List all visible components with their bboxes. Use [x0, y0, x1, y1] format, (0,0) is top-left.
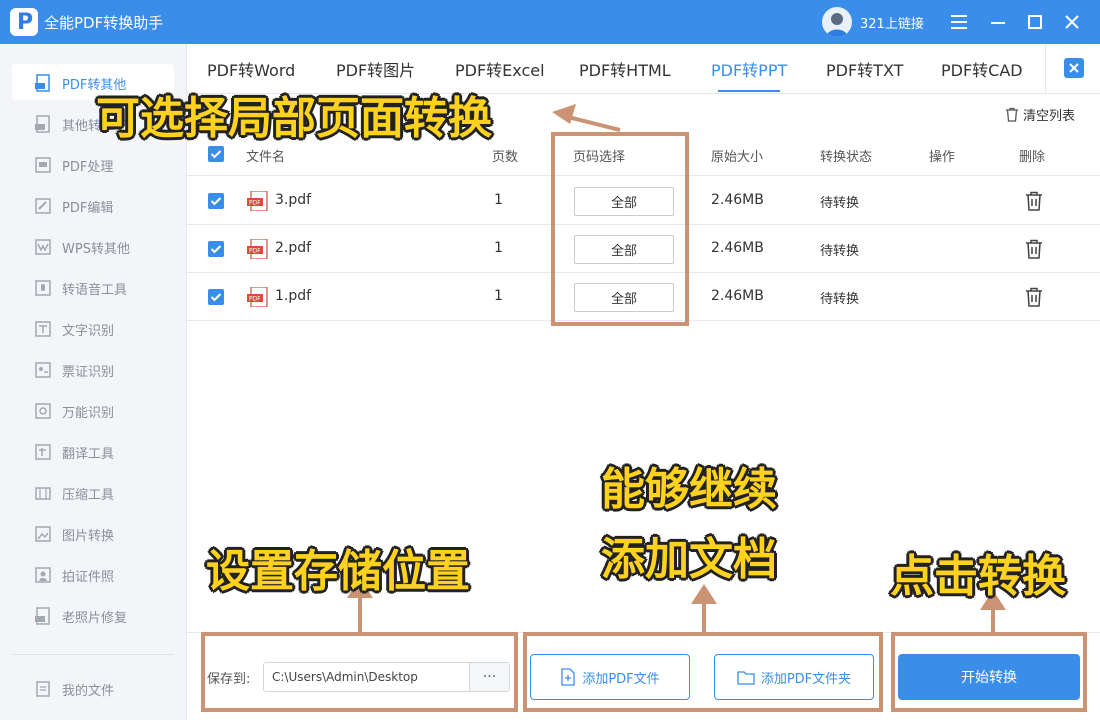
file-size: 2.46MB	[711, 288, 764, 304]
universal-ocr-icon	[35, 403, 51, 419]
file-status: 待转换	[820, 196, 860, 211]
clear-list-button[interactable]: 清空列表	[1005, 105, 1075, 124]
file-status: 待转换	[820, 244, 860, 259]
app-logo-icon: P	[10, 8, 38, 36]
tab-separator	[1045, 44, 1046, 94]
pdf-file-icon	[35, 115, 50, 133]
sidebar-item-wps[interactable]: WPS转其他	[12, 228, 174, 264]
svg-text:PDF: PDF	[249, 296, 261, 303]
wps-icon	[35, 239, 51, 255]
menu-icon[interactable]	[947, 10, 971, 34]
annotation-add-docs-line1: 能够继续	[601, 464, 777, 515]
row-checkbox[interactable]	[208, 193, 224, 209]
file-status: 待转换	[820, 292, 860, 307]
svg-text:PDF: PDF	[249, 200, 261, 207]
tab-pdf-to-cad[interactable]: PDF转CAD	[941, 57, 1023, 81]
annotation-save-location: 设置存储位置	[206, 546, 470, 597]
file-name: 2.pdf	[275, 240, 312, 256]
user-name[interactable]: 321上链接	[860, 13, 924, 32]
pdf-process-icon	[35, 157, 51, 173]
annotation-convert: 点击转换	[890, 551, 1066, 602]
file-size: 2.46MB	[711, 192, 764, 208]
close-icon[interactable]	[1060, 10, 1084, 34]
file-pages: 1	[494, 240, 503, 256]
sidebar-item-pdf-edit[interactable]: PDF编辑	[12, 187, 174, 223]
sidebar-item-image-convert[interactable]: 图片转换	[12, 515, 174, 551]
tab-pdf-to-txt[interactable]: PDF转TXT	[826, 57, 903, 81]
header-size: 原始大小	[711, 150, 764, 165]
image-convert-icon	[35, 526, 51, 542]
active-tab-indicator	[718, 90, 780, 92]
annotation-box-convert	[891, 632, 1087, 712]
photo-restore-icon	[35, 607, 50, 625]
compress-icon	[35, 487, 51, 500]
file-name: 1.pdf	[275, 288, 312, 304]
sidebar-item-voice[interactable]: 转语音工具	[12, 269, 174, 305]
header-status: 转换状态	[820, 150, 873, 165]
text-ocr-icon	[35, 321, 51, 337]
annotation-box-add-documents	[523, 632, 883, 712]
row-checkbox[interactable]	[208, 241, 224, 257]
sidebar-item-photo-restore[interactable]: 老照片修复	[12, 597, 174, 633]
tab-pdf-to-word[interactable]: PDF转Word	[207, 57, 295, 81]
sidebar-item-id-photo[interactable]: 拍证件照	[12, 556, 174, 592]
tab-pdf-to-html[interactable]: PDF转HTML	[579, 57, 671, 81]
sidebar-item-pdf-process[interactable]: PDF处理	[12, 146, 174, 182]
delete-trash-icon[interactable]	[1025, 239, 1043, 259]
header-filename: 文件名	[246, 150, 286, 165]
tab-pdf-to-excel[interactable]: PDF转Excel	[455, 57, 545, 81]
app-title: 全能PDF转换助手	[44, 14, 164, 32]
header-delete: 删除	[1019, 150, 1046, 165]
annotation-box-save-location	[201, 632, 518, 712]
id-photo-icon	[35, 567, 51, 583]
annotation-page-select: 可选择局部页面转换	[96, 93, 492, 144]
sidebar-item-text-ocr[interactable]: 文字识别	[12, 310, 174, 346]
sidebar-item-ticket-ocr[interactable]: 票证识别	[12, 351, 174, 387]
sidebar-item-universal-ocr[interactable]: 万能识别	[12, 392, 174, 428]
sidebar-item-translate[interactable]: 翻译工具	[12, 433, 174, 469]
delete-trash-icon[interactable]	[1025, 191, 1043, 211]
select-all-checkbox[interactable]	[208, 146, 224, 162]
svg-text:PDF: PDF	[249, 248, 261, 255]
pdf-edit-icon	[35, 198, 51, 214]
pdf-file-icon: PDF	[247, 239, 268, 259]
title-bar: P 全能PDF转换助手 321上链接	[0, 0, 1100, 44]
tab-pdf-to-image[interactable]: PDF转图片	[336, 57, 415, 81]
file-pages: 1	[494, 288, 503, 304]
file-name: 3.pdf	[275, 192, 312, 208]
pdf-file-icon: PDF	[247, 287, 268, 307]
delete-trash-icon[interactable]	[1025, 287, 1043, 307]
sidebar-item-my-files[interactable]: 我的文件	[12, 670, 174, 706]
annotation-add-docs-line2: 添加文档	[601, 534, 777, 585]
translate-icon	[35, 444, 51, 460]
row-checkbox[interactable]	[208, 289, 224, 305]
trash-icon	[1006, 107, 1018, 122]
voice-icon	[35, 280, 51, 296]
header-pages: 页数	[492, 150, 519, 165]
maximize-icon[interactable]	[1023, 10, 1047, 34]
file-pages: 1	[494, 192, 503, 208]
sidebar-divider	[12, 654, 174, 655]
pdf-file-icon: PDF	[247, 191, 268, 211]
sidebar-item-compress[interactable]: 压缩工具	[12, 474, 174, 510]
ticket-ocr-icon	[35, 362, 51, 378]
minimize-icon[interactable]	[986, 10, 1010, 34]
app-logo-letter: P	[17, 10, 34, 35]
user-avatar-icon[interactable]	[822, 7, 852, 37]
annotation-box-page-select	[551, 132, 689, 326]
tab-pdf-to-ppt[interactable]: PDF转PPT	[711, 57, 787, 81]
pdf-file-icon	[35, 74, 50, 92]
header-action: 操作	[929, 150, 956, 165]
my-files-icon	[36, 681, 50, 697]
tab-close-icon[interactable]	[1064, 58, 1084, 78]
file-size: 2.46MB	[711, 240, 764, 256]
